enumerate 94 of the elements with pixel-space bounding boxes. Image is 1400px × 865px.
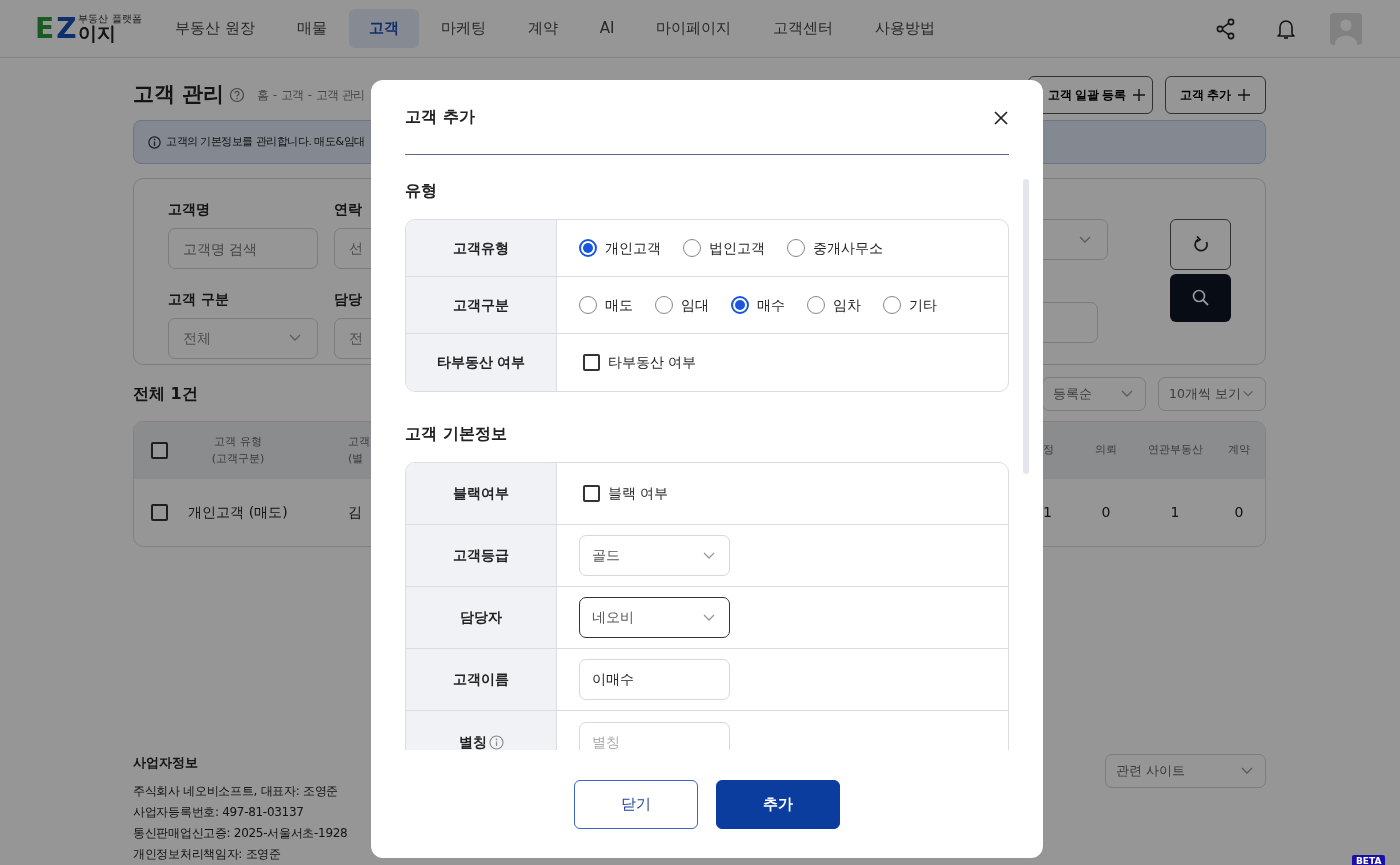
- result-count: 전체 1건: [133, 383, 198, 405]
- nav-tab[interactable]: 부동산 원장: [155, 9, 275, 48]
- radio-label: 중개사무소: [813, 238, 883, 258]
- filter-label: 고객 구분: [168, 289, 230, 309]
- radio-label: 임대: [681, 295, 709, 315]
- input-field[interactable]: 별칭: [579, 721, 730, 750]
- add-button[interactable]: 추가: [716, 779, 840, 829]
- column-header: 의뢰: [1095, 443, 1117, 457]
- checkbox-label: 블랙 여부: [608, 484, 669, 503]
- field-label: 고객구분: [453, 295, 509, 315]
- column-header: 고객 유형 (고객구분): [210, 434, 266, 467]
- footer-text: 주식회사 네오비소프트, 대표자: 조영준: [133, 783, 338, 800]
- select-field[interactable]: 네오비: [579, 597, 730, 638]
- table-cell: 0: [1101, 504, 1111, 520]
- scrollbar-thumb[interactable]: [1023, 179, 1029, 474]
- beta-badge: BETA: [1352, 855, 1386, 865]
- sort-select[interactable]: 등록순: [1042, 377, 1146, 411]
- field-label: 블랙여부: [453, 484, 509, 503]
- footer-text: 통신판매업신고증: 2025-서울서초-1928: [133, 825, 348, 842]
- nav-tab[interactable]: 마케팅: [420, 9, 506, 48]
- close-icon: [993, 109, 1009, 126]
- radio-label: 개인고객: [605, 238, 661, 258]
- nav-tab[interactable]: 매물: [276, 9, 347, 48]
- logo-tagline: 부동산 플랫폼: [78, 14, 142, 24]
- footer-heading: 사업자정보: [133, 754, 198, 773]
- radio-label: 기타: [909, 295, 937, 315]
- field-label: 담당자: [460, 608, 502, 627]
- field-label: 별칭: [458, 732, 487, 750]
- page-title: 고객 관리: [133, 81, 225, 109]
- input-field[interactable]: 이매수: [579, 659, 730, 700]
- table-cell-text: 김: [348, 503, 362, 522]
- checkbox[interactable]: [150, 442, 168, 459]
- table-cell: 1: [1043, 504, 1052, 520]
- bell-icon[interactable]: [1276, 17, 1296, 40]
- breadcrumb-separator: -: [307, 87, 312, 104]
- modal-title: 고객 추가: [405, 106, 475, 128]
- related-site-select[interactable]: 관련 사이트: [1105, 754, 1266, 789]
- table-cell: 1: [1170, 504, 1180, 520]
- radio-label: 법인고객: [709, 238, 765, 258]
- nav-tab[interactable]: 마이페이지: [636, 9, 752, 48]
- field-label: 고객등급: [453, 546, 509, 565]
- select-field[interactable]: 골드: [579, 535, 730, 576]
- info-icon: [148, 135, 161, 149]
- radio-label: 매도: [605, 295, 633, 315]
- search-button[interactable]: [1170, 274, 1231, 322]
- logo-letter: E: [35, 15, 55, 43]
- checkbox[interactable]: [150, 504, 168, 521]
- radio-label: 임차: [833, 295, 861, 315]
- share-icon[interactable]: [1215, 17, 1237, 40]
- checkbox-label: 타부동산 여부: [608, 353, 697, 372]
- breadcrumb-link[interactable]: 고객: [280, 86, 304, 104]
- footer-text: 개인정보처리책임자: 조영준: [133, 846, 281, 863]
- nav-tab[interactable]: 고객센터: [753, 9, 854, 48]
- add-button[interactable]: 고객 일괄 등록: [1028, 76, 1153, 114]
- plus-icon: [1133, 89, 1146, 101]
- search-field[interactable]: 고객명 검색: [168, 228, 318, 269]
- column-header: 연관부동산: [1147, 443, 1203, 457]
- section-title: 고객 기본정보: [405, 423, 508, 445]
- breadcrumb-separator: -: [272, 87, 277, 104]
- column-header: 계약: [1228, 443, 1250, 457]
- plus-icon: [1238, 89, 1251, 101]
- radio-button[interactable]: [731, 296, 749, 314]
- radio-label: 매수: [757, 295, 785, 315]
- breadcrumb-link[interactable]: 홈: [257, 86, 269, 104]
- table-cell: 0: [1234, 504, 1244, 520]
- table-cell-text: 개인고객 (매도): [187, 503, 289, 522]
- search-icon: [1190, 288, 1211, 308]
- column-header: 정: [1043, 443, 1054, 457]
- sort-select[interactable]: 10개씩 보기: [1158, 377, 1266, 411]
- nav-tab[interactable]: 사용방법: [855, 9, 956, 48]
- checkbox[interactable]: [583, 485, 600, 502]
- logo-name: 이지: [78, 24, 117, 43]
- refresh-icon: [1191, 235, 1210, 254]
- notice-text: 고객의 기본정보를 관리합니다. 매도&임대: [166, 133, 365, 150]
- radio-button[interactable]: [579, 239, 597, 257]
- add-button[interactable]: 고객 추가: [1165, 76, 1266, 114]
- filter-label: 연락: [334, 200, 363, 219]
- checkbox[interactable]: [583, 354, 600, 371]
- field-label: 고객유형: [453, 238, 509, 258]
- column-header: 고객 (별: [348, 434, 370, 467]
- breadcrumb-link[interactable]: 고객 관리: [315, 86, 365, 104]
- nav-tab[interactable]: AI: [579, 9, 635, 48]
- close-button[interactable]: 닫기: [574, 779, 698, 829]
- footer-text: 사업자등록번호: 497-81-03137: [133, 804, 304, 821]
- nav-tab[interactable]: 계약: [507, 9, 578, 48]
- field-label: 타부동산 여부: [436, 353, 526, 372]
- logo-letter: Z: [56, 15, 77, 43]
- field-label: 고객이름: [453, 670, 509, 689]
- section-title: 유형: [405, 180, 438, 202]
- select-field[interactable]: 전체: [168, 317, 318, 359]
- filter-label: 고객명: [168, 200, 211, 219]
- nav-tab[interactable]: 고객: [348, 9, 419, 48]
- help-icon: [229, 87, 246, 103]
- reset-button[interactable]: [1170, 219, 1231, 270]
